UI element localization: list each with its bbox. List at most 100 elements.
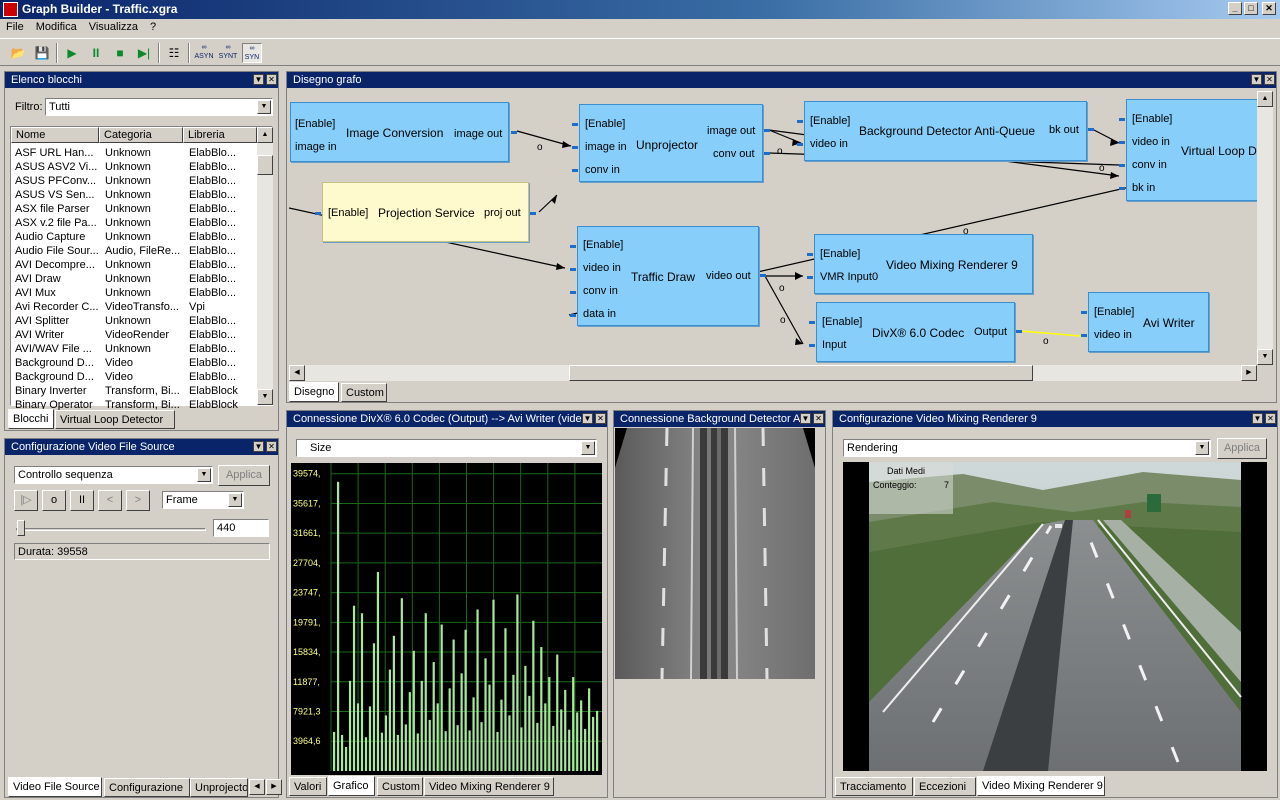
list-item[interactable]: Background D... Video ElabBlo... (11, 357, 257, 371)
tab-disegno[interactable]: Disegno (289, 382, 339, 402)
chevron-down-icon[interactable]: ▼ (581, 441, 595, 455)
graph-layout-icon[interactable]: ☷ (164, 43, 184, 63)
pin-proj-out[interactable]: proj out (484, 207, 521, 219)
tab-scroll-right-icon[interactable]: ▶ (266, 779, 282, 795)
panel-menu-icon[interactable]: ▼ (1252, 413, 1263, 424)
input-port[interactable] (1119, 141, 1125, 144)
tab-video-file-source[interactable]: Video File Source (8, 777, 102, 797)
list-item[interactable]: ASUS PFConv... Unknown ElabBlo... (11, 175, 257, 189)
pin-enable[interactable]: [Enable] (585, 118, 625, 130)
graph-vertical-scrollbar[interactable]: ▲ ▼ (1257, 91, 1273, 365)
output-port[interactable] (1088, 128, 1094, 131)
menu-modifica[interactable]: Modifica (30, 19, 83, 33)
pin-output[interactable]: Output (974, 326, 1007, 338)
minimize-button[interactable]: _ (1228, 2, 1242, 15)
pin-conv-in[interactable]: conv in (1132, 159, 1167, 171)
block-divx-codec[interactable]: [Enable] Input DivX® 6.0 Codec Output (809, 302, 1022, 362)
metric-combo[interactable]: Size ▼ (296, 439, 597, 457)
sequence-control-combo[interactable]: Controllo sequenza ▼ (14, 466, 213, 484)
connection-line[interactable] (1093, 129, 1120, 144)
tab-blocchi[interactable]: Blocchi (8, 409, 54, 429)
seek-slider-track[interactable] (16, 528, 206, 531)
step-icon[interactable]: ▶| (134, 43, 154, 63)
input-port[interactable] (570, 314, 576, 317)
pin-bk-out[interactable]: bk out (1049, 124, 1079, 136)
pin-video-in[interactable]: video in (1132, 136, 1170, 148)
panel-menu-icon[interactable]: ▼ (253, 441, 264, 452)
menu-file[interactable]: File (0, 19, 30, 33)
tab-valori[interactable]: Valori (289, 777, 327, 796)
block-unprojector[interactable]: [Enable] image in conv in Unprojector im… (572, 104, 770, 182)
input-port[interactable] (797, 120, 803, 123)
pin-video-in[interactable]: video in (1094, 329, 1132, 341)
tab-video-mixing-renderer[interactable]: Video Mixing Renderer 9 (977, 776, 1105, 796)
panel-close-icon[interactable]: ✕ (595, 413, 606, 424)
list-item[interactable]: Audio File Sour... Audio, FileRe... ElabBl… (11, 245, 257, 259)
scroll-up-icon[interactable]: ▲ (1257, 91, 1273, 107)
pin-image-in[interactable]: image in (585, 141, 627, 153)
scroll-down-icon[interactable]: ▼ (1257, 349, 1273, 365)
output-port[interactable] (764, 152, 770, 155)
output-port[interactable] (511, 131, 517, 134)
block-avi-writer[interactable]: [Enable] video in Avi Writer (1081, 292, 1209, 352)
menu-help[interactable]: ? (144, 19, 162, 33)
tab-tracciamento[interactable]: Tracciamento (835, 777, 913, 796)
pin-data-in[interactable]: data in (583, 308, 616, 320)
synt-mode-icon[interactable]: ∞ SYNT (218, 43, 238, 63)
pin-enable[interactable]: [Enable] (328, 207, 368, 219)
input-port[interactable] (807, 253, 813, 256)
tab-grafico[interactable]: Grafico (328, 776, 375, 796)
pin-enable[interactable]: [Enable] (822, 316, 862, 328)
pin-video-in[interactable]: video in (810, 138, 848, 150)
apply-button[interactable]: Applica (1217, 438, 1267, 459)
unit-combo[interactable]: Frame ▼ (162, 491, 244, 509)
panel-close-icon[interactable]: ✕ (266, 74, 277, 85)
graph-horizontal-scrollbar[interactable]: ◀ ▶ (289, 365, 1257, 381)
pin-enable[interactable]: [Enable] (583, 239, 623, 251)
play-button[interactable]: |▷ (14, 490, 38, 511)
panel-close-icon[interactable]: ✕ (1265, 413, 1276, 424)
pause-icon[interactable]: II (86, 43, 106, 63)
pin-bk-in[interactable]: bk in (1132, 182, 1155, 194)
input-port[interactable] (570, 291, 576, 294)
frame-input[interactable]: 440 (213, 519, 269, 537)
block-virtual-loop-detector[interactable]: [Enable] video in conv in bk in Virtual … (1119, 99, 1257, 201)
input-port[interactable] (1081, 311, 1087, 314)
pin-vmr-input0[interactable]: VMR Input0 (820, 271, 878, 283)
list-item[interactable]: AVI Writer VideoRender ElabBlo... (11, 329, 257, 343)
pin-conv-in[interactable]: conv in (583, 285, 618, 297)
scroll-down-icon[interactable]: ▼ (257, 389, 273, 405)
block-projection-service[interactable]: [Enable] Projection Service proj out (315, 182, 536, 242)
column-header-nome[interactable]: Nome (11, 127, 99, 143)
list-item[interactable]: AVI Splitter Unknown ElabBlo... (11, 315, 257, 329)
output-port[interactable] (764, 129, 770, 132)
tab-video-mixing-renderer[interactable]: Video Mixing Renderer 9 (424, 777, 554, 796)
pin-enable[interactable]: [Enable] (820, 248, 860, 260)
scroll-right-icon[interactable]: ▶ (1241, 365, 1257, 381)
async-mode-icon[interactable]: ∞ ASYN (194, 43, 214, 63)
tab-unprojector[interactable]: Unprojector (190, 778, 248, 797)
scroll-up-icon[interactable]: ▲ (257, 127, 273, 143)
tab-eccezioni[interactable]: Eccezioni (914, 777, 976, 796)
panel-menu-icon[interactable]: ▼ (582, 413, 593, 424)
filter-combo[interactable]: Tutti ▼ (45, 98, 273, 116)
input-port[interactable] (572, 146, 578, 149)
list-item[interactable]: ASX file Parser Unknown ElabBlo... (11, 203, 257, 217)
pin-image-in[interactable]: image in (295, 141, 337, 153)
close-button[interactable]: ✕ (1262, 2, 1276, 15)
chevron-down-icon[interactable]: ▼ (197, 468, 211, 482)
input-port[interactable] (797, 143, 803, 146)
chevron-down-icon[interactable]: ▼ (228, 493, 242, 507)
sync-mode-icon[interactable]: ∞ SYN (242, 43, 262, 63)
next-frame-button[interactable]: > (126, 490, 150, 511)
input-port[interactable] (1119, 164, 1125, 167)
list-item[interactable]: Avi Recorder C... VideoTransfo... Vpi (11, 301, 257, 315)
list-item[interactable]: Audio Capture Unknown ElabBlo... (11, 231, 257, 245)
open-icon[interactable]: 📂 (8, 43, 28, 63)
panel-menu-icon[interactable]: ▼ (800, 413, 811, 424)
panel-close-icon[interactable]: ✕ (1264, 74, 1275, 85)
input-port[interactable] (1081, 334, 1087, 337)
input-port[interactable] (809, 344, 815, 347)
list-item[interactable]: AVI Draw Unknown ElabBlo... (11, 273, 257, 287)
chevron-down-icon[interactable]: ▼ (257, 100, 271, 114)
